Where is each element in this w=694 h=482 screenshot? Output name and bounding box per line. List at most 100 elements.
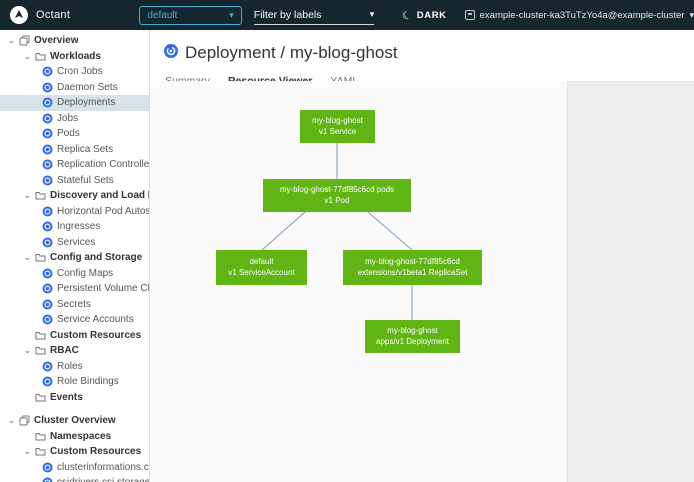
sidebar-item-cron-jobs[interactable]: Cron Jobs	[0, 64, 149, 80]
resource-icon	[42, 128, 53, 139]
node-kind: apps/v1 Deployment	[376, 337, 449, 347]
sidebar-item-stateful-sets[interactable]: Stateful Sets	[0, 173, 149, 189]
sidebar-item-label: Overview	[34, 35, 78, 46]
sidebar-item-pods[interactable]: Pods	[0, 126, 149, 142]
sidebar-item-csidrivers-csi-storage-k8s-io[interactable]: csidrivers.csi.storage.k8s.io	[0, 475, 149, 482]
sidebar-item-role-bindings[interactable]: Role Bindings	[0, 374, 149, 390]
sidebar-item-label: Horizontal Pod Autoscalers	[57, 206, 149, 217]
sidebar-item-label: Deployments	[57, 97, 115, 108]
sidebar-item-label: Cluster Overview	[34, 415, 116, 426]
sidebar-item-secrets[interactable]: Secrets	[0, 297, 149, 313]
sidebar-item-label: Config Maps	[57, 268, 113, 279]
sidebar-item-label: Namespaces	[50, 431, 111, 442]
sidebar-item-label: Services	[57, 237, 95, 248]
sidebar-item-config-maps[interactable]: Config Maps	[0, 266, 149, 282]
graph-node-deployment[interactable]: my-blog-ghostapps/v1 Deployment	[365, 320, 460, 353]
sidebar-item-label: Custom Resources	[50, 446, 141, 457]
collapse-chevron-icon[interactable]: ⌄	[22, 447, 33, 456]
sidebar-item-label: Stateful Sets	[57, 175, 114, 186]
graph-node-replicaset[interactable]: my-blog-ghost-77df85c6cdextensions/v1bet…	[343, 250, 482, 285]
sidebar-item-rbac[interactable]: ⌄ RBAC	[0, 343, 149, 359]
sidebar-item-label: Custom Resources	[50, 330, 141, 341]
sidebar-item-replication-controllers[interactable]: Replication Controllers	[0, 157, 149, 173]
collapse-chevron-icon[interactable]: ⌄	[6, 416, 17, 425]
sidebar-item-custom-resources[interactable]: Custom Resources	[0, 328, 149, 344]
sidebar-item-workloads[interactable]: ⌄ Workloads	[0, 49, 149, 65]
sidebar-item-discovery-and-load-balancing[interactable]: ⌄ Discovery and Load Balancing	[0, 188, 149, 204]
graph-node-serviceaccount[interactable]: defaultv1 ServiceAccount	[216, 250, 307, 285]
cluster-context-label: example-cluster-ka3TuTzYo4a@example-clus…	[480, 10, 685, 21]
sidebar-item-label: Cron Jobs	[57, 66, 103, 77]
sidebar-item-label: Config and Storage	[50, 252, 142, 263]
sidebar-item-label: clusterinformations.crd.projec	[57, 462, 149, 473]
sidebar-item-config-and-storage[interactable]: ⌄ Config and Storage	[0, 250, 149, 266]
graph-node-pod[interactable]: my-blog-ghost-77df85c6cd podsv1 Pod	[263, 179, 411, 212]
folder-icon	[35, 446, 46, 457]
sidebar-item-label: Pods	[57, 128, 80, 139]
folder-icon	[35, 190, 46, 201]
sidebar-item-namespaces[interactable]: Namespaces	[0, 429, 149, 445]
moon-icon: ☾	[401, 7, 414, 22]
chevron-down-icon: ▾	[370, 10, 375, 19]
page-header: Deployment / my-blog-ghost	[151, 30, 694, 63]
resource-icon	[42, 159, 53, 170]
sidebar-item-clusterinformations-crd-projec[interactable]: clusterinformations.crd.projec	[0, 460, 149, 476]
sidebar-item-roles[interactable]: Roles	[0, 359, 149, 375]
sidebar-item-label: Discovery and Load Balancing	[50, 190, 149, 201]
sidebar-item-deployments[interactable]: Deployments	[0, 95, 149, 111]
objects-icon	[19, 35, 30, 46]
chevron-down-icon: ▾	[689, 11, 694, 20]
sidebar-item-label: Role Bindings	[57, 376, 119, 387]
top-bar: Octant default ▾ Filter by labels ▾ ☾ DA…	[0, 0, 694, 30]
folder-icon	[35, 330, 46, 341]
sidebar-item-overview[interactable]: ⌄ Overview	[0, 33, 149, 49]
graph-node-service[interactable]: my-blog-ghostv1 Service	[300, 110, 375, 143]
resource-icon	[42, 113, 53, 124]
sidebar-item-label: Jobs	[57, 113, 78, 124]
resource-icon	[42, 361, 53, 372]
brand: Octant	[0, 6, 126, 24]
folder-icon	[35, 392, 46, 403]
resource-icon	[42, 314, 53, 325]
resource-icon	[42, 221, 53, 232]
dark-mode-toggle[interactable]: ☾ DARK	[402, 9, 446, 22]
deployment-icon	[164, 44, 178, 63]
resource-icon	[42, 66, 53, 77]
sidebar-item-daemon-sets[interactable]: Daemon Sets	[0, 80, 149, 96]
resource-icon	[42, 376, 53, 387]
chevron-down-icon: ▾	[229, 11, 234, 20]
sidebar-item-events[interactable]: Events	[0, 390, 149, 406]
cluster-context-dropdown[interactable]: example-cluster-ka3TuTzYo4a@example-clus…	[465, 10, 694, 21]
node-kind: v1 Service	[319, 127, 356, 137]
collapse-chevron-icon[interactable]: ⌄	[22, 52, 33, 61]
octant-logo-icon	[10, 6, 28, 24]
brand-name: Octant	[36, 9, 70, 21]
main-content: Deployment / my-blog-ghost SummaryResour…	[151, 30, 694, 482]
resource-icon	[42, 237, 53, 248]
sidebar-item-service-accounts[interactable]: Service Accounts	[0, 312, 149, 328]
node-name: default	[249, 257, 273, 267]
collapse-chevron-icon[interactable]: ⌄	[22, 253, 33, 262]
sidebar-item-label: RBAC	[50, 345, 79, 356]
sidebar-item-label: Persistent Volume Claims	[57, 283, 149, 294]
label-filter-dropdown[interactable]: Filter by labels ▾	[254, 6, 375, 25]
label-filter-placeholder: Filter by labels	[254, 9, 322, 21]
folder-icon	[35, 51, 46, 62]
sidebar-item-persistent-volume-claims[interactable]: Persistent Volume Claims	[0, 281, 149, 297]
sidebar-item-label: Daemon Sets	[57, 82, 118, 93]
sidebar-item-ingresses[interactable]: Ingresses	[0, 219, 149, 235]
sidebar-item-label: Replica Sets	[57, 144, 113, 155]
sidebar-item-services[interactable]: Services	[0, 235, 149, 251]
collapse-chevron-icon[interactable]: ⌄	[22, 191, 33, 200]
sidebar-item-replica-sets[interactable]: Replica Sets	[0, 142, 149, 158]
collapse-chevron-icon[interactable]: ⌄	[6, 36, 17, 45]
sidebar-item-custom-resources[interactable]: ⌄ Custom Resources	[0, 444, 149, 460]
namespace-dropdown[interactable]: default ▾	[139, 6, 241, 25]
sidebar-item-jobs[interactable]: Jobs	[0, 111, 149, 127]
sidebar-item-cluster-overview[interactable]: ⌄ Cluster Overview	[0, 413, 149, 429]
collapse-chevron-icon[interactable]: ⌄	[22, 346, 33, 355]
sidebar-item-label: Workloads	[50, 51, 101, 62]
folder-icon	[35, 431, 46, 442]
sidebar-item-horizontal-pod-autoscalers[interactable]: Horizontal Pod Autoscalers	[0, 204, 149, 220]
node-kind: v1 Pod	[325, 196, 350, 206]
